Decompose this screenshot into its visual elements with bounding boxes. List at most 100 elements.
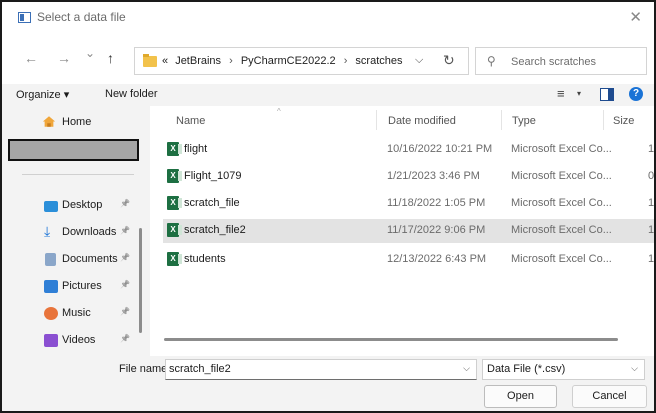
file-size: 0: [648, 170, 655, 182]
file-row[interactable]: X scratch_file 11/18/2022 1:05 PM Micros…: [163, 192, 654, 216]
excel-file-icon: X: [167, 142, 182, 156]
file-size: 1: [648, 224, 655, 236]
command-bar: Organize ▾ New folder ≡ ▾ ?: [2, 84, 654, 106]
file-name: flight: [184, 143, 208, 155]
pin-icon[interactable]: 📌: [120, 199, 130, 208]
file-type: Microsoft Excel Co...: [511, 253, 612, 265]
horizontal-scrollbar[interactable]: [164, 338, 618, 341]
sidebar-item-label: Music: [62, 307, 91, 319]
sidebar-item-label: Pictures: [62, 280, 102, 292]
redacted-block: [8, 139, 139, 161]
back-arrow-icon[interactable]: ←: [24, 50, 38, 66]
address-bar[interactable]: « JetBrains › PyCharmCE2022.2 › scratche…: [134, 47, 469, 75]
cancel-button[interactable]: Cancel: [572, 385, 647, 408]
view-options-icon[interactable]: ≡: [557, 86, 565, 101]
divider: [22, 174, 134, 175]
sidebar-item-documents[interactable]: Documents 📌: [2, 247, 142, 273]
videos-icon: [44, 334, 58, 347]
pin-icon[interactable]: 📌: [120, 253, 130, 262]
column-header-name[interactable]: Name: [176, 115, 205, 127]
file-dialog: Select a data file ✕ ← → ⌄ ↑ « JetBrains…: [0, 0, 656, 413]
refresh-icon[interactable]: ↻: [443, 52, 455, 69]
new-folder-button[interactable]: New folder: [105, 88, 158, 100]
help-icon[interactable]: ?: [629, 87, 643, 101]
file-type-select[interactable]: Data File (*.csv) ⌵: [482, 359, 645, 380]
file-type: Microsoft Excel Co...: [511, 224, 612, 236]
open-button[interactable]: Open: [484, 385, 557, 408]
address-dropdown-icon[interactable]: ⌵: [415, 54, 423, 67]
sidebar-item-downloads[interactable]: ⤓ Downloads 📌: [2, 220, 142, 246]
sidebar-item-label: Videos: [62, 334, 96, 346]
up-arrow-icon[interactable]: ↑: [107, 50, 114, 66]
sidebar-item-label: Downloads: [62, 226, 117, 238]
sort-indicator-icon: ^: [277, 107, 281, 116]
file-name: scratch_file: [184, 197, 240, 209]
column-divider[interactable]: [501, 110, 502, 130]
file-row-selected[interactable]: X scratch_file2 11/17/2022 9:06 PM Micro…: [163, 219, 654, 243]
file-name: Flight_1079: [184, 170, 242, 182]
breadcrumb-item-jetbrains[interactable]: JetBrains: [175, 55, 221, 67]
file-name: students: [184, 253, 226, 265]
breadcrumb-separator[interactable]: ›: [344, 55, 348, 67]
title-bar: Select a data file ✕: [2, 2, 654, 32]
chevron-down-icon[interactable]: ⌵: [463, 363, 470, 374]
sidebar-item-pictures[interactable]: Pictures 📌: [2, 274, 142, 300]
sidebar-item-music[interactable]: Music 📌: [2, 301, 142, 327]
file-type: Microsoft Excel Co...: [511, 170, 612, 182]
file-row[interactable]: X Flight_1079 1/21/2023 3:46 PM Microsof…: [163, 165, 654, 189]
view-options-caret-icon[interactable]: ▾: [577, 89, 581, 98]
preview-pane-icon[interactable]: [600, 88, 614, 101]
file-type: Microsoft Excel Co...: [511, 197, 612, 209]
navigation-pane: Home Desktop 📌 ⤓ Downloads 📌 Documents 📌…: [2, 106, 152, 356]
documents-icon: [45, 253, 56, 266]
folder-icon: [143, 54, 157, 67]
column-divider[interactable]: [603, 110, 604, 130]
home-icon: [42, 116, 56, 127]
file-size: 1: [648, 197, 655, 209]
file-date: 11/17/2022 9:06 PM: [387, 224, 486, 236]
sidebar-item-home[interactable]: Home: [2, 110, 142, 136]
sidebar-item-desktop[interactable]: Desktop 📌: [2, 193, 142, 219]
pin-icon[interactable]: 📌: [120, 280, 130, 289]
navigation-bar: ← → ⌄ ↑ « JetBrains › PyCharmCE2022.2 › …: [2, 32, 654, 84]
file-row[interactable]: X students 12/13/2022 6:43 PM Microsoft …: [163, 248, 654, 272]
recent-locations-icon[interactable]: ⌄: [85, 46, 95, 60]
file-name-input[interactable]: scratch_file2 ⌵: [165, 359, 477, 380]
navigation-scrollbar[interactable]: [139, 228, 142, 333]
breadcrumb-item-pycharm[interactable]: PyCharmCE2022.2: [241, 55, 336, 67]
breadcrumb-overflow[interactable]: «: [162, 55, 168, 67]
search-input[interactable]: ⚲ Search scratches: [475, 47, 647, 75]
sidebar-item-videos[interactable]: Videos 📌: [2, 328, 142, 354]
breadcrumb-separator[interactable]: ›: [229, 55, 233, 67]
file-size: 1: [648, 143, 655, 155]
pin-icon[interactable]: 📌: [120, 334, 130, 343]
file-name-value: scratch_file2: [169, 363, 231, 375]
file-date: 12/13/2022 6:43 PM: [387, 253, 487, 265]
pin-icon[interactable]: 📌: [120, 307, 130, 316]
window-title: Select a data file: [37, 10, 126, 24]
sidebar-item-label: Desktop: [62, 199, 103, 211]
column-divider[interactable]: [376, 110, 377, 130]
music-icon: [44, 307, 58, 320]
organize-button[interactable]: Organize ▾: [16, 88, 69, 101]
column-header-type[interactable]: Type: [512, 115, 536, 127]
file-date: 10/16/2022 10:21 PM: [387, 143, 493, 155]
column-header-size[interactable]: Size: [613, 115, 634, 127]
forward-arrow-icon[interactable]: →: [57, 50, 71, 66]
pin-icon[interactable]: 📌: [120, 226, 130, 235]
search-icon: ⚲: [487, 54, 496, 68]
file-size: 1: [648, 253, 655, 265]
window-icon: [18, 12, 31, 23]
excel-file-icon: X: [167, 252, 182, 266]
close-icon[interactable]: ✕: [629, 8, 642, 26]
file-name-bar: File name: scratch_file2 ⌵ Data File (*.…: [2, 356, 654, 411]
column-header-date-modified[interactable]: Date modified: [388, 115, 456, 127]
excel-file-icon: X: [167, 196, 182, 210]
breadcrumb-item-scratches[interactable]: scratches: [355, 55, 402, 67]
file-name-label: File name:: [119, 363, 171, 375]
file-date: 1/21/2023 3:46 PM: [387, 170, 480, 182]
file-row[interactable]: X flight 10/16/2022 10:21 PM Microsoft E…: [163, 138, 654, 162]
chevron-down-icon[interactable]: ⌵: [631, 363, 638, 374]
breadcrumb: « JetBrains › PyCharmCE2022.2 › scratche…: [162, 55, 403, 67]
file-type: Microsoft Excel Co...: [511, 143, 612, 155]
